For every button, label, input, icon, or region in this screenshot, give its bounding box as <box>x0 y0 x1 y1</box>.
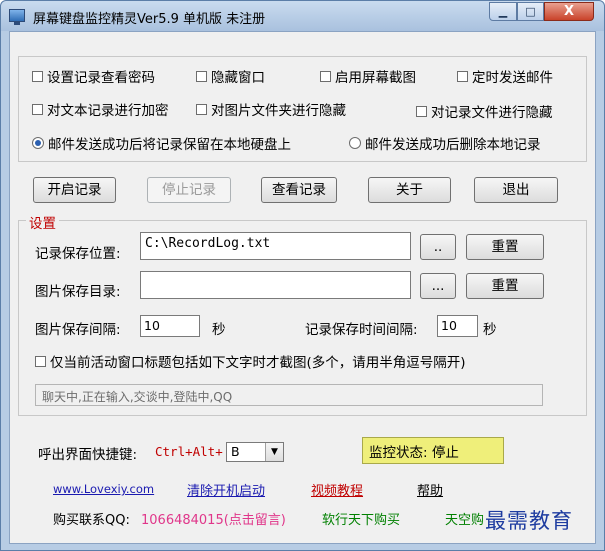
hotkey-key-value: B <box>231 444 240 459</box>
checkbox-box[interactable] <box>32 103 43 115</box>
watermark-text: 最需教育 <box>483 505 575 535</box>
set-password-checkbox[interactable]: 设置记录查看密码 <box>32 66 155 86</box>
record-interval-label: 记录保存时间间隔: <box>305 322 418 338</box>
radio-dot[interactable] <box>32 137 44 149</box>
radio-dot[interactable] <box>349 137 361 149</box>
help-link[interactable]: 帮助 <box>417 480 443 499</box>
clear-startup-link[interactable]: 清除开机启动 <box>187 480 265 499</box>
buy-link-2[interactable]: 天空购 <box>445 509 484 528</box>
image-interval-unit: 秒 <box>212 322 226 338</box>
checkbox-box[interactable] <box>416 105 427 117</box>
title-filter-checkbox[interactable]: 仅当前活动窗口标题包括如下文字时才截图(多个，请用半角逗号隔开) <box>35 351 466 371</box>
chevron-down-icon[interactable]: ▼ <box>265 443 283 461</box>
buy-link-1[interactable]: 软行天下购买 <box>322 509 400 528</box>
about-button[interactable]: 关于 <box>368 177 451 203</box>
close-button[interactable]: X <box>544 2 594 21</box>
record-path-input[interactable]: C:\RecordLog.txt <box>140 232 411 260</box>
record-interval-input[interactable]: 10 <box>437 315 478 337</box>
image-dir-label: 图片保存目录: <box>35 284 121 300</box>
checkbox-box[interactable] <box>320 70 331 82</box>
keep-local-radio[interactable]: 邮件发送成功后将记录保留在本地硬盘上 <box>32 133 291 153</box>
checkbox-label: 设置记录查看密码 <box>47 70 155 86</box>
hotkey-key-select[interactable]: B ▼ <box>226 442 284 462</box>
record-path-label: 记录保存位置: <box>35 246 121 262</box>
hide-record-file-checkbox[interactable]: 对记录文件进行隐藏 <box>416 101 553 121</box>
checkbox-label: 对文本记录进行加密 <box>47 103 169 119</box>
checkbox-label: 对图片文件夹进行隐藏 <box>211 103 346 119</box>
hotkey-label: 呼出界面快捷键: <box>38 447 138 463</box>
checkbox-box[interactable] <box>457 70 468 82</box>
start-record-button[interactable]: 开启记录 <box>33 177 116 203</box>
exit-button[interactable]: 退出 <box>474 177 558 203</box>
browse-image-dir-button[interactable]: ... <box>420 273 456 299</box>
encrypt-text-checkbox[interactable]: 对文本记录进行加密 <box>32 99 169 119</box>
image-interval-input[interactable]: 10 <box>140 315 200 337</box>
qq-link[interactable]: 1066484015(点击留言) <box>141 509 286 528</box>
record-interval-unit: 秒 <box>483 322 497 338</box>
hotkey-combo-text: Ctrl+Alt+ <box>155 444 223 459</box>
enable-screenshot-checkbox[interactable]: 启用屏幕截图 <box>320 66 416 86</box>
checkbox-box[interactable] <box>32 70 43 82</box>
checkbox-label: 对记录文件进行隐藏 <box>431 105 553 121</box>
monitor-status: 监控状态: 停止 <box>362 437 504 464</box>
stop-record-button[interactable]: 停止记录 <box>147 177 231 203</box>
hide-window-checkbox[interactable]: 隐藏窗口 <box>196 66 265 86</box>
checkbox-label: 启用屏幕截图 <box>335 70 416 86</box>
title-bar[interactable]: 屏幕键盘监控精灵Ver5.9 单机版 未注册 ▁ □ X <box>1 1 604 31</box>
settings-legend: 设置 <box>26 212 59 232</box>
checkbox-label: 仅当前活动窗口标题包括如下文字时才截图(多个，请用半角逗号隔开) <box>50 355 466 371</box>
image-interval-label: 图片保存间隔: <box>35 322 121 338</box>
title-filter-input[interactable]: 聊天中,正在输入,交谈中,登陆中,QQ <box>35 384 543 406</box>
minimize-button[interactable]: ▁ <box>489 2 517 21</box>
image-dir-input[interactable] <box>140 271 411 299</box>
view-record-button[interactable]: 查看记录 <box>261 177 337 203</box>
reset-record-path-button[interactable]: 重置 <box>466 234 544 260</box>
browse-record-path-button[interactable]: .. <box>420 234 456 260</box>
hide-image-folder-checkbox[interactable]: 对图片文件夹进行隐藏 <box>196 99 346 119</box>
radio-label: 邮件发送成功后删除本地记录 <box>365 137 541 153</box>
checkbox-box[interactable] <box>196 103 207 115</box>
window-title: 屏幕键盘监控精灵Ver5.9 单机版 未注册 <box>33 12 266 27</box>
timed-email-checkbox[interactable]: 定时发送邮件 <box>457 66 553 86</box>
reset-image-dir-button[interactable]: 重置 <box>466 273 544 299</box>
delete-local-radio[interactable]: 邮件发送成功后删除本地记录 <box>349 133 541 153</box>
maximize-button[interactable]: □ <box>517 2 544 21</box>
monitor-icon <box>9 9 25 25</box>
checkbox-box[interactable] <box>35 355 46 367</box>
checkbox-box[interactable] <box>196 70 207 82</box>
checkbox-label: 定时发送邮件 <box>472 70 553 86</box>
checkbox-label: 隐藏窗口 <box>211 70 265 86</box>
radio-label: 邮件发送成功后将记录保留在本地硬盘上 <box>48 137 291 153</box>
qq-label: 购买联系QQ: <box>53 513 130 528</box>
video-tutorial-link[interactable]: 视频教程 <box>311 480 363 499</box>
website-link[interactable]: www.Lovexiy.com <box>53 482 154 496</box>
